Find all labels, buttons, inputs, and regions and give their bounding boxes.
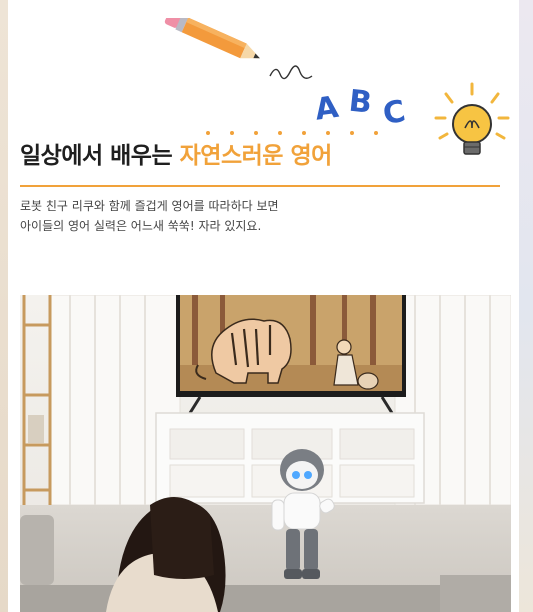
- living-room-photo: [20, 295, 511, 612]
- right-page-edge: [519, 0, 533, 612]
- lightbulb-icon: [434, 82, 510, 155]
- page-title: 일상에서 배우는 자연스러운 영어: [20, 136, 332, 170]
- content-card: A B C 일상에서 배우는 자연스러운 영어 로봇 친구 리쿠와 함께 즐겁게…: [8, 0, 519, 612]
- pencil-icon: [164, 18, 313, 80]
- left-page-edge: [0, 0, 8, 612]
- abc-letters-illustration: A B C: [313, 84, 408, 128]
- description: 로봇 친구 리쿠와 함께 즐겁게 영어를 따라하다 보면 아이들의 영어 실력은…: [20, 196, 279, 236]
- title-divider: [20, 185, 500, 187]
- description-line-1: 로봇 친구 리쿠와 함께 즐겁게 영어를 따라하다 보면: [20, 199, 279, 213]
- svg-text:A: A: [313, 90, 341, 128]
- svg-text:C: C: [380, 94, 408, 128]
- title-highlight: 자연스러운 영어: [179, 143, 333, 169]
- description-line-2: 아이들의 영어 실력은 어느새 쑥쑥! 자라 있지요.: [20, 219, 262, 233]
- highlight-dots: [206, 131, 378, 135]
- title-prefix: 일상에서 배우는: [20, 143, 180, 169]
- svg-text:B: B: [347, 84, 373, 121]
